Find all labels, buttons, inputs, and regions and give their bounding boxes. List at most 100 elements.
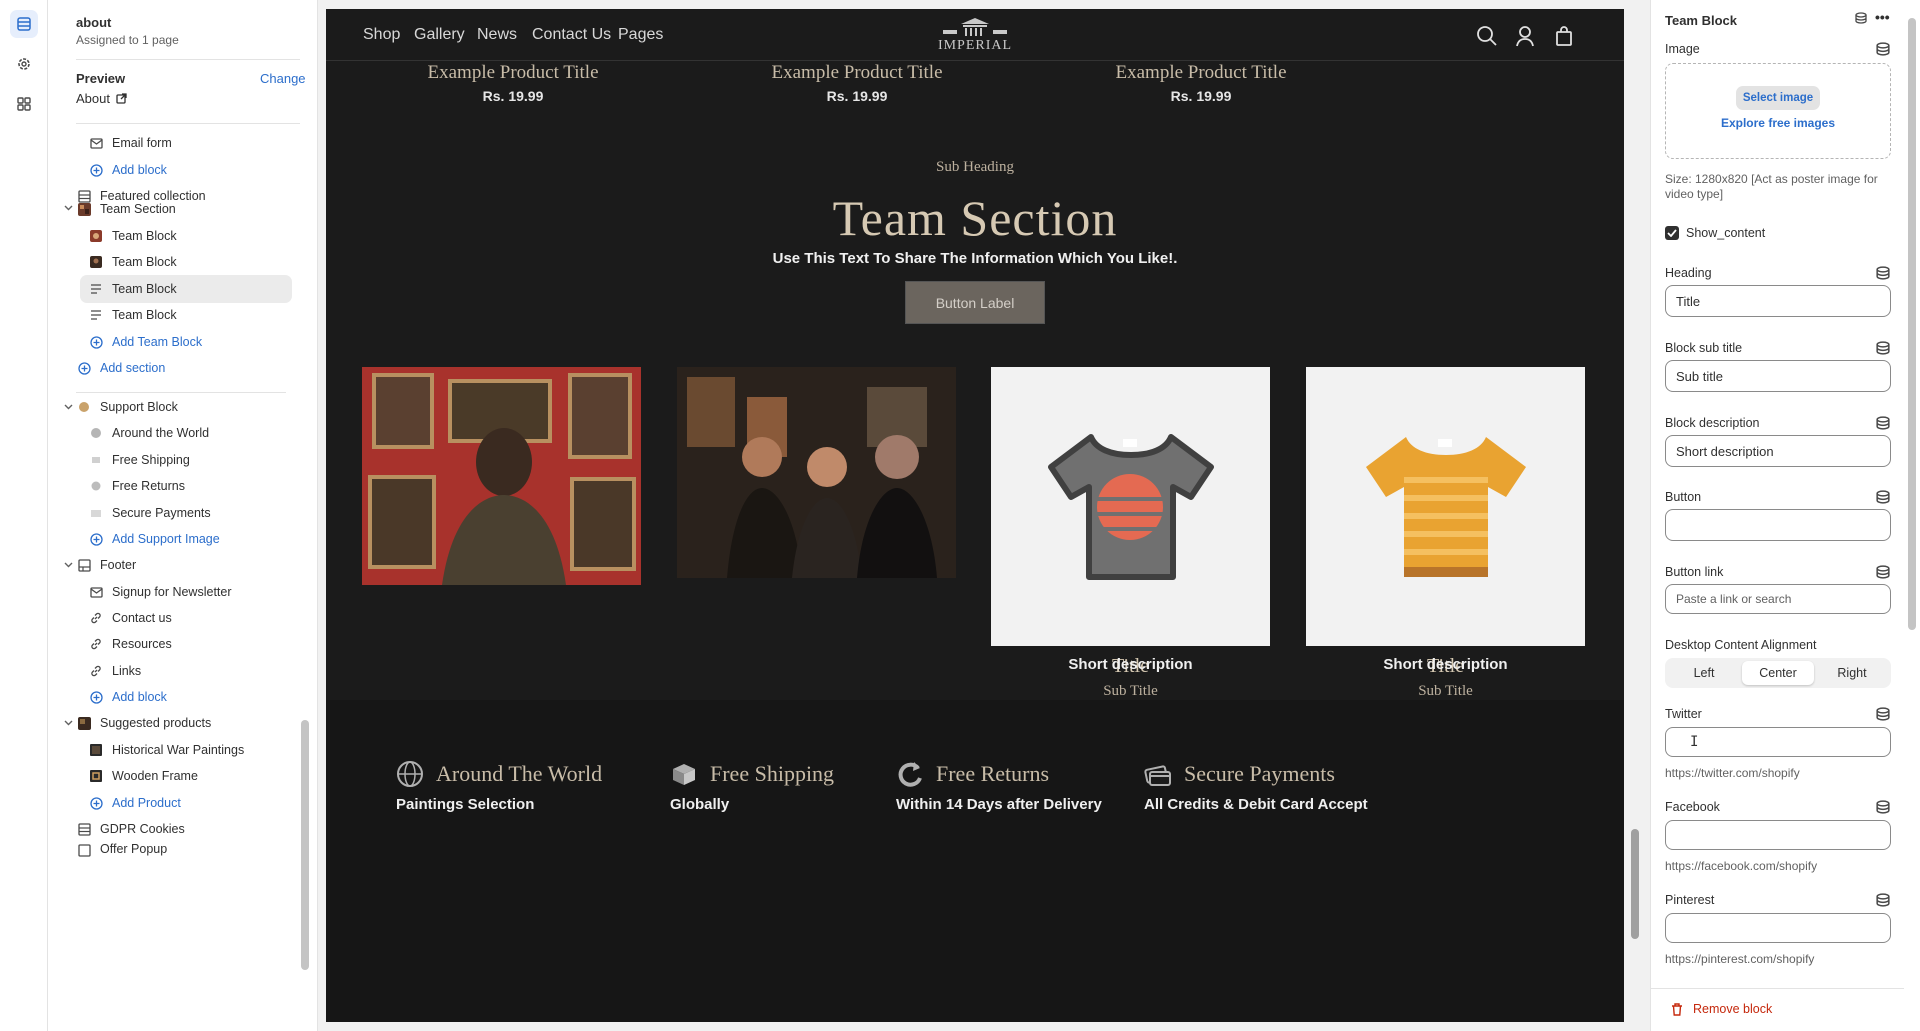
tree-item-contact[interactable]: Contact us	[88, 604, 288, 632]
add-block-button[interactable]: Add block	[88, 156, 288, 184]
settings-gear-icon[interactable]	[10, 50, 38, 78]
tree-item-support-block[interactable]: Support Block	[76, 393, 288, 421]
image-dropzone[interactable]: Select image Explore free images	[1665, 63, 1891, 159]
align-left-option[interactable]: Left	[1668, 661, 1740, 685]
tree-item-signup[interactable]: Signup for Newsletter	[88, 578, 288, 606]
preview-value[interactable]: About	[76, 91, 127, 106]
align-right-option[interactable]: Right	[1816, 661, 1888, 685]
tree-item-suggested[interactable]: Suggested products	[76, 709, 288, 737]
tree-label: Secure Payments	[112, 506, 211, 520]
add-support-image-button[interactable]: Add Support Image	[88, 525, 288, 553]
scrollbar-thumb[interactable]	[1908, 18, 1916, 630]
dynamic-source-icon[interactable]	[1876, 707, 1890, 721]
pinterest-input[interactable]	[1665, 913, 1891, 943]
remove-block-button[interactable]: Remove block	[1671, 1002, 1772, 1016]
image-label: Image	[1665, 42, 1700, 56]
add-section-button[interactable]: Add section	[76, 354, 288, 382]
tree-item-team-section[interactable]: Team Section	[76, 195, 288, 223]
align-center-option[interactable]: Center	[1742, 661, 1814, 685]
tree-item-historical[interactable]: Historical War Paintings	[88, 736, 288, 764]
page-assignment: Assigned to 1 page	[76, 33, 179, 47]
tree-item-team-block[interactable]: Team Block	[88, 301, 288, 329]
tree-item-email-form[interactable]: Email form	[88, 129, 288, 157]
add-team-block-button[interactable]: Add Team Block	[88, 328, 288, 356]
dynamic-source-icon[interactable]	[1876, 490, 1890, 504]
feature-title: Free Returns	[936, 761, 1050, 786]
preview-scrollbar[interactable]	[1628, 9, 1642, 1022]
temple-logo-icon	[943, 18, 1007, 36]
tree-item-wooden[interactable]: Wooden Frame	[88, 762, 288, 790]
preview-change-link[interactable]: Change	[260, 71, 306, 86]
tree-label: Historical War Paintings	[112, 743, 245, 757]
dynamic-source-icon[interactable]	[1876, 416, 1890, 430]
apps-icon[interactable]	[10, 90, 38, 118]
product-thumbnail-icon	[88, 768, 104, 784]
product-title[interactable]: Example Product Title	[363, 62, 663, 84]
dynamic-source-icon[interactable]	[1876, 565, 1890, 579]
chevron-down-icon[interactable]	[62, 717, 74, 729]
button-input[interactable]	[1665, 509, 1891, 541]
store-logo[interactable]: IMPERIAL	[937, 16, 1013, 54]
grey-tshirt-image	[991, 367, 1270, 646]
settings-scrollbar[interactable]	[1904, 0, 1920, 1000]
sections-icon[interactable]	[10, 10, 38, 38]
product-title[interactable]: Example Product Title	[707, 62, 1007, 84]
nav-contact[interactable]: Contact Us	[532, 26, 611, 44]
select-image-button[interactable]: Select image	[1736, 86, 1820, 110]
dynamic-source-icon[interactable]	[1876, 893, 1890, 907]
explore-free-images-link[interactable]: Explore free images	[1666, 116, 1890, 130]
divider	[1651, 988, 1904, 989]
dynamic-source-icon[interactable]	[1876, 266, 1890, 280]
add-product-button[interactable]: Add Product	[88, 789, 288, 817]
chevron-down-icon[interactable]	[62, 401, 74, 413]
tree-item-footer[interactable]: Footer	[76, 551, 288, 579]
nav-news[interactable]: News	[477, 26, 517, 44]
dynamic-source-icon[interactable]	[1876, 341, 1890, 355]
heading-input[interactable]: Title	[1665, 285, 1891, 317]
add-block-button[interactable]: Add block	[88, 683, 288, 711]
dynamic-source-icon[interactable]	[1876, 800, 1890, 814]
scrollbar-thumb[interactable]	[1631, 829, 1639, 939]
nav-gallery[interactable]: Gallery	[414, 26, 465, 44]
feature-title: Free Shipping	[710, 761, 835, 786]
twitter-input[interactable]: I	[1665, 727, 1891, 757]
plus-circle-icon	[88, 334, 104, 350]
tree-item-resources[interactable]: Resources	[88, 630, 288, 658]
tree-item-free-shipping[interactable]: Free Shipping	[88, 446, 288, 474]
more-actions-icon[interactable]: •••	[1875, 9, 1890, 25]
cart-bag-icon[interactable]	[1553, 25, 1575, 47]
plus-circle-icon	[88, 795, 104, 811]
product-title[interactable]: Example Product Title	[1051, 62, 1351, 84]
facebook-input[interactable]	[1665, 820, 1891, 850]
chevron-down-icon[interactable]	[62, 202, 74, 214]
tree-item-team-block[interactable]: Team Block	[88, 248, 288, 276]
account-icon[interactable]	[1514, 25, 1536, 47]
tree-item-around-world[interactable]: Around the World	[88, 419, 288, 447]
show-content-label: Show_content	[1686, 226, 1766, 240]
tree-item-offer-popup[interactable]: Offer Popup	[76, 842, 288, 860]
button-link-label: Button link	[1665, 565, 1724, 579]
search-icon[interactable]	[1476, 25, 1498, 47]
scrollbar-thumb[interactable]	[301, 720, 309, 970]
team-card-image-2	[677, 367, 956, 578]
team-button[interactable]: Button Label	[905, 281, 1045, 324]
tree-item-team-block[interactable]: Team Block	[88, 222, 288, 250]
sections-scrollbar[interactable]	[300, 130, 310, 1030]
nav-pages[interactable]: Pages	[618, 26, 663, 44]
text-block-icon	[88, 281, 104, 297]
tree-item-links[interactable]: Links	[88, 657, 288, 685]
tree-item-free-returns[interactable]: Free Returns	[88, 472, 288, 500]
description-input[interactable]: Short description	[1665, 435, 1891, 467]
show-content-checkbox[interactable]	[1665, 226, 1679, 240]
button-link-input[interactable]: Paste a link or search	[1665, 584, 1891, 614]
tree-item-gdpr[interactable]: GDPR Cookies	[76, 815, 288, 843]
nav-shop[interactable]: Shop	[363, 26, 400, 44]
tree-item-team-block-selected[interactable]: Team Block	[80, 275, 292, 303]
link-icon	[88, 610, 104, 626]
text-block-icon	[88, 307, 104, 323]
dynamic-source-icon[interactable]	[1876, 42, 1890, 56]
chevron-down-icon[interactable]	[62, 559, 74, 571]
tree-item-secure-payments[interactable]: Secure Payments	[88, 499, 288, 527]
subtitle-input[interactable]: Sub title	[1665, 360, 1891, 392]
dynamic-source-icon[interactable]	[1855, 12, 1867, 24]
